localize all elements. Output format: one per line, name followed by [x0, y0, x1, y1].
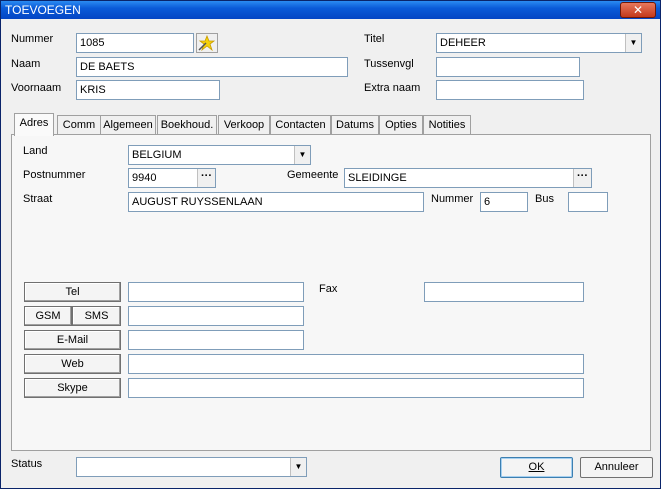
window-title: TOEVOEGEN	[5, 3, 81, 17]
wizard-button[interactable]	[196, 33, 218, 53]
sparkle-icon	[198, 34, 216, 52]
close-button[interactable]: ✕	[620, 2, 656, 18]
email-button[interactable]: E-Mail	[24, 330, 121, 350]
lookup-dots-icon[interactable]: ···	[573, 169, 591, 187]
ok-button[interactable]: OK	[500, 457, 573, 478]
tab-adres[interactable]: Adres	[14, 113, 54, 136]
fax-label: Fax	[319, 283, 338, 295]
title-bar: TOEVOEGEN ✕	[1, 1, 660, 19]
titel-label: Titel	[364, 33, 385, 45]
land-label: Land	[23, 145, 48, 157]
tab-datums[interactable]: Datums	[331, 115, 379, 135]
email-field[interactable]	[128, 330, 304, 350]
huisnummer-label: Nummer	[431, 193, 474, 205]
straat-label: Straat	[23, 193, 53, 205]
fax-field[interactable]	[424, 282, 584, 302]
dialog-body: Nummer 1085 Naam DE BAETS Voornaam KRIS …	[1, 19, 660, 488]
tab-contacten[interactable]: Contacten	[270, 115, 331, 135]
chevron-down-icon[interactable]: ▼	[290, 458, 306, 476]
land-select[interactable]: BELGIUM ▼	[128, 145, 311, 165]
skype-button[interactable]: Skype	[24, 378, 121, 398]
chevron-down-icon[interactable]: ▼	[294, 146, 310, 164]
nummer-label: Nummer	[11, 33, 54, 45]
skype-field[interactable]	[128, 378, 584, 398]
gsm-field[interactable]	[128, 306, 304, 326]
gsm-button[interactable]: GSM	[24, 306, 72, 326]
tab-notities[interactable]: Notities	[423, 115, 471, 135]
gemeente-label: Gemeente	[287, 169, 339, 181]
chevron-down-icon[interactable]: ▼	[625, 34, 641, 52]
naam-field[interactable]: DE BAETS	[76, 57, 348, 77]
tussenvgl-field[interactable]	[436, 57, 580, 77]
tab-algemeen[interactable]: Algemeen	[100, 115, 156, 135]
voornaam-field[interactable]: KRIS	[76, 80, 220, 100]
sms-button[interactable]: SMS	[72, 306, 121, 326]
dialog-window: TOEVOEGEN ✕ Nummer 1085 Naam DE BAETS Vo…	[0, 0, 661, 489]
huisnummer-field[interactable]: 6	[480, 192, 528, 212]
bus-field[interactable]	[568, 192, 608, 212]
voornaam-label: Voornaam	[11, 82, 62, 94]
postnummer-label: Postnummer	[23, 169, 86, 181]
tussenvgl-label: Tussenvgl	[364, 58, 414, 70]
web-field[interactable]	[128, 354, 584, 374]
status-label: Status	[11, 458, 43, 470]
adres-panel: Land BELGIUM ▼ Postnummer 9940 ··· Gemee…	[11, 134, 651, 451]
extranaam-field[interactable]	[436, 80, 584, 100]
bus-label: Bus	[535, 193, 554, 205]
tel-button[interactable]: Tel	[24, 282, 121, 302]
web-button[interactable]: Web	[24, 354, 121, 374]
naam-label: Naam	[11, 58, 41, 70]
tab-boekhoud[interactable]: Boekhoud.	[157, 115, 217, 135]
gemeente-field[interactable]: SLEIDINGE ···	[344, 168, 592, 188]
extranaam-label: Extra naam	[364, 82, 421, 94]
lookup-dots-icon[interactable]: ···	[197, 169, 215, 187]
tab-verkoop[interactable]: Verkoop	[218, 115, 270, 135]
tab-opties[interactable]: Opties	[379, 115, 423, 135]
titel-select[interactable]: DEHEER ▼	[436, 33, 642, 53]
close-icon: ✕	[632, 3, 644, 17]
cancel-button[interactable]: Annuleer	[580, 457, 653, 478]
nummer-field[interactable]: 1085	[76, 33, 194, 53]
tab-comm[interactable]: Comm	[57, 115, 101, 135]
status-select[interactable]: ▼	[76, 457, 307, 477]
straat-field[interactable]: AUGUST RUYSSENLAAN	[128, 192, 424, 212]
tel-field[interactable]	[128, 282, 304, 302]
postnummer-field[interactable]: 9940 ···	[128, 168, 216, 188]
